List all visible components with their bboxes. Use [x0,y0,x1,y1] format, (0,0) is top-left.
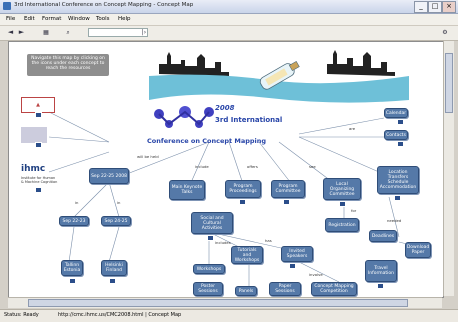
resource-icon[interactable] [397,119,404,125]
node-registration[interactable]: Registration [325,218,359,232]
resource-icon[interactable] [394,195,401,201]
resource-icon[interactable] [35,142,42,148]
node-panels[interactable]: Panels [235,286,257,296]
ihmc-logo[interactable]: ihmc [21,164,45,174]
toolbar: ◄ ► ▦ ⌕ |› ⚙ [0,26,458,41]
menu-help[interactable]: Help [118,16,131,22]
node-poster[interactable]: Poster Sessions [193,282,223,296]
node-location[interactable]: Location Transfers Schedule Accommodatio… [377,166,419,194]
link-label: involve [309,272,323,277]
partner-logo[interactable] [21,127,47,143]
app-icon [3,2,11,10]
settings-icon[interactable]: ⚙ [440,28,450,37]
node-contacts[interactable]: Contacts [384,130,408,140]
resource-icon[interactable] [35,112,42,118]
title-bar: 3rd International Conference on Concept … [0,0,458,14]
menu-window[interactable]: Window [68,16,90,22]
back-icon[interactable]: ◄ [6,28,15,37]
resource-icon[interactable] [377,283,384,289]
address-input[interactable] [88,28,148,37]
node-sep-2425[interactable]: Sep 24-25 [101,216,131,226]
node-deadlines[interactable]: Deadlines [369,230,397,242]
link-label: for [351,208,357,213]
menu-file[interactable]: File [6,16,15,22]
close-button[interactable]: × [442,1,456,13]
resource-icon[interactable] [239,199,246,205]
menu-edit[interactable]: Edit [24,16,35,22]
status-bar: Status: Ready http://cmc.ihmc.us/CMC2008… [0,309,458,322]
link-label: has [265,238,272,243]
left-skyline [159,52,229,76]
cm-logo-icon [154,106,214,128]
node-travel[interactable]: Travel Information [365,260,397,282]
horizontal-scrollbar[interactable] [8,297,442,308]
node-local-committee[interactable]: Local Organizing Committee [323,178,361,200]
node-calendar[interactable]: Calendar [384,108,408,118]
resource-icon[interactable] [339,201,346,207]
node-sep-2225[interactable]: Sep 22-25 2008 [89,168,129,184]
link-label: will be held [137,154,159,159]
resource-icon[interactable] [207,235,214,241]
link-label: includes [215,240,231,245]
minimize-button[interactable]: _ [414,1,428,13]
node-paper-sessions[interactable]: Paper Sessions [269,282,301,296]
banner-line2: Conference on Concept Mapping [147,137,267,145]
vertical-scrollbar[interactable] [443,41,454,296]
node-tutorials[interactable]: Tutorials and Workshops [231,246,263,264]
window-title: 3rd International Conference on Concept … [14,2,194,8]
concept-map-canvas[interactable]: Navigate this map by clicking on the ico… [8,41,444,298]
resource-icon[interactable] [35,187,42,193]
node-helsinki[interactable]: Helsinki Finland [101,260,127,276]
link-label: in [75,200,79,205]
menu-bar: File Edit Format Window Tools Help [0,14,458,26]
node-download[interactable]: Download Paper [405,242,431,258]
resource-icon[interactable] [283,199,290,205]
scroll-thumb[interactable] [28,299,408,307]
node-program[interactable]: Program Proceedings [225,180,261,198]
link-label: see [309,164,316,169]
node-program-committee[interactable]: Program Committee [271,180,305,198]
link-label: in [117,200,121,205]
resource-icon[interactable] [289,263,296,269]
forward-icon[interactable]: ► [17,28,26,37]
link-label: offers [247,164,258,169]
university-logo[interactable]: ▲ [21,97,55,113]
node-keynote[interactable]: Main Keynote Talks [169,180,205,200]
scroll-thumb[interactable] [445,53,453,113]
menu-tools[interactable]: Tools [96,16,110,22]
menu-format[interactable]: Format [42,16,61,22]
right-skyline [327,50,395,76]
node-invited[interactable]: Invited Speakers [281,246,313,262]
maximize-button[interactable]: □ [428,1,442,13]
banner-tagline: 2008 [215,104,235,112]
ihmc-subtitle: Institute for Human & Machine Cognition [21,176,58,184]
link-label: include [195,164,209,169]
node-sep-2223[interactable]: Sep 22-23 [59,216,89,226]
go-button[interactable]: |› [140,28,148,37]
resource-icon[interactable] [109,278,116,284]
status-left-text: Status: Ready [4,312,39,318]
node-social[interactable]: Social and Cultural Activities [191,212,233,234]
node-workshops[interactable]: Workshops [193,264,225,274]
node-tallinn[interactable]: Tallinn Estonia [61,260,83,276]
map-view-icon[interactable]: ▦ [38,28,54,37]
banner-line1: 3rd International [215,116,283,124]
resource-icon[interactable] [397,141,404,147]
navigation-info-box: Navigate this map by clicking on the ico… [27,54,109,76]
link-label: are [349,126,356,131]
link-label: needed [387,218,402,223]
search-icon[interactable]: ⌕ [62,28,74,37]
resource-icon[interactable] [69,278,76,284]
status-right-text: http://cmc.ihmc.us/CMC2008.html | Concep… [58,312,182,318]
node-concept-mapping[interactable]: Concept Mapping Competition [311,282,357,296]
